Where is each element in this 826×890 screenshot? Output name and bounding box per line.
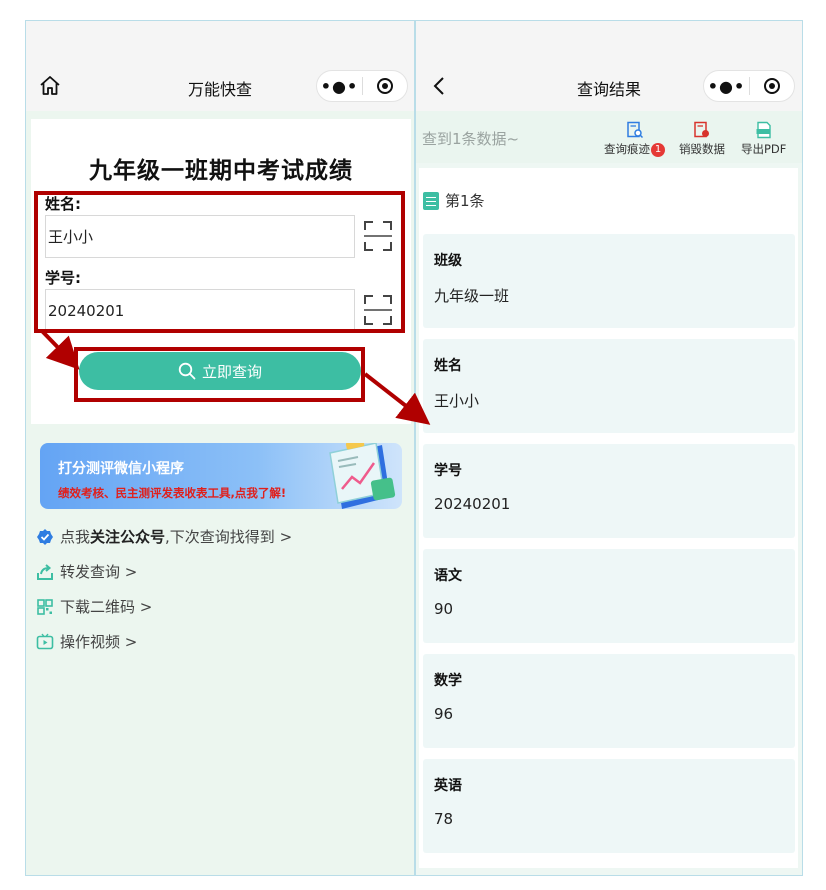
query-trace-button[interactable]: 查询痕迹 1 [604,121,665,157]
tutorial-video-label: 操作视频 > [60,633,138,651]
nav-bar: 万能快查 •●• [26,21,414,111]
record-doc-icon [423,191,439,210]
video-icon [36,633,54,649]
share-query-label: 转发查询 > [60,563,138,581]
field-label: 英语 [434,778,462,794]
qrcode-icon [37,598,53,615]
export-pdf-label: 导出PDF [741,142,787,156]
result-field-chinese: 语文 90 [423,549,795,643]
field-value: 96 [434,705,454,723]
field-value: 78 [434,810,454,828]
verified-badge-icon [37,528,53,545]
record-title: 第1条 [445,192,485,210]
promo-banner[interactable]: 打分测评微信小程序 绩效考核、民主测评发表收表工具,点我了解! [40,443,402,509]
field-value: 王小小 [434,392,480,410]
query-button[interactable]: 立即查询 [79,352,361,390]
mini-program-capsule: •●• [703,70,795,102]
export-pdf-button[interactable]: 导出PDF [741,121,786,157]
form-title: 九年级一班期中考试成绩 [89,158,353,184]
follow-bold: 关注公众号 [90,528,166,546]
query-form-card: 九年级一班期中考试成绩 姓名: 王小小 学号: 20240201 立即查询 [31,119,411,424]
field-label: 班级 [434,253,462,269]
student-id-input[interactable]: 20240201 [45,289,355,332]
destroy-document-icon [694,121,709,138]
result-toolbar: 查到1条数据~ 查询痕迹 1 销毁数据 导出PDF [416,111,802,163]
mini-program-capsule: •●• [316,70,408,102]
query-page: 万能快查 •●• 九年级一班期中考试成绩 姓名: 王小小 学号: 2024020… [25,20,415,876]
record-header: 第1条 [423,190,485,211]
result-summary: 查到1条数据~ [422,130,520,148]
field-label: 姓名 [434,358,462,374]
result-field-english: 英语 78 [423,759,795,853]
share-query-link[interactable]: 转发查询 > [36,561,137,582]
download-qrcode-link[interactable]: 下载二维码 > [36,596,152,617]
field-label: 学号 [434,463,462,479]
record-icon [376,78,393,94]
scan-icon[interactable] [363,294,393,326]
result-field-student-id: 学号 20240201 [423,444,795,538]
query-trace-label: 查询痕迹 [604,142,650,156]
result-field-name: 姓名 王小小 [423,339,795,433]
name-label: 姓名: [45,195,81,213]
destroy-data-label: 销毁数据 [679,142,725,156]
record-icon [763,78,780,94]
banner-subtitle: 绩效考核、民主测评发表收表工具,点我了解! [58,486,287,500]
student-id-label: 学号: [45,269,81,287]
field-value: 20240201 [434,495,511,513]
query-button-label: 立即查询 [201,362,262,381]
close-program-button[interactable] [363,78,407,94]
share-icon [37,563,53,580]
search-icon [178,362,196,380]
field-label: 语文 [434,568,462,584]
field-value: 九年级一班 [434,287,510,305]
more-menu-icon[interactable]: •●• [317,77,362,96]
field-label: 数学 [434,673,462,689]
more-menu-icon[interactable]: •●• [704,77,749,96]
trace-count-badge: 1 [651,143,665,157]
follow-account-link[interactable]: 点我 关注公众号 ,下次查询找得到 > [36,526,292,547]
follow-suffix: ,下次查询找得到 > [165,528,293,546]
result-page: 查询结果 •●• 查到1条数据~ 查询痕迹 1 销毁数据 导出PDF 第1条 班… [415,20,803,876]
follow-prefix: 点我 [60,528,91,546]
name-input[interactable]: 王小小 [45,215,355,258]
result-field-class: 班级 九年级一班 [423,234,795,328]
field-value: 90 [434,600,454,618]
result-record-card: 第1条 班级 九年级一班 姓名 王小小 学号 20240201 语文 90 数学… [419,168,798,868]
result-field-math: 数学 96 [423,654,795,748]
nav-bar: 查询结果 •●• [416,21,802,111]
search-document-icon [626,121,643,139]
destroy-data-button[interactable]: 销毁数据 [679,121,725,157]
clipboard-chart-icon [329,443,396,509]
banner-title: 打分测评微信小程序 [58,461,184,477]
tutorial-video-link[interactable]: 操作视频 > [36,631,137,652]
pdf-icon [756,121,771,139]
download-qrcode-label: 下载二维码 > [60,598,153,616]
close-program-button[interactable] [750,78,794,94]
scan-icon[interactable] [363,220,393,252]
